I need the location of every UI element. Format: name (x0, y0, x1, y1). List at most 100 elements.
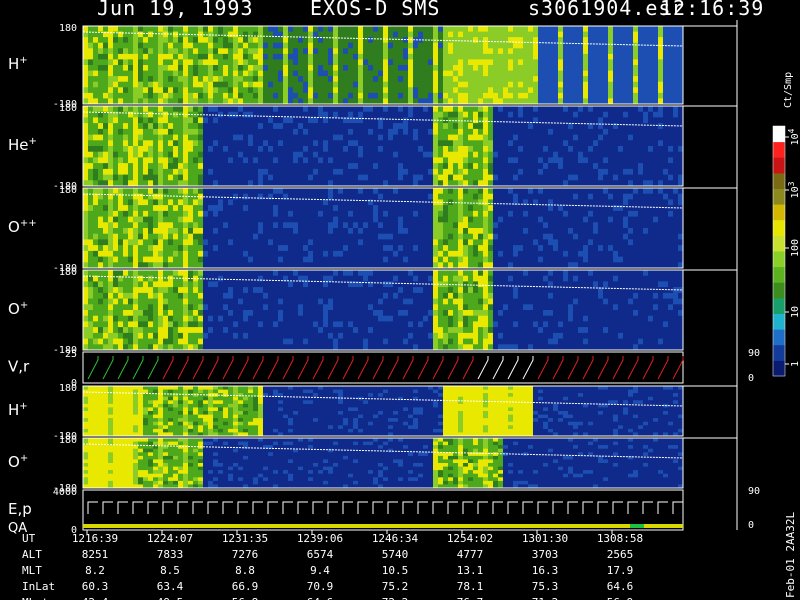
spectrogram-cell (533, 140, 539, 147)
spectrogram-cell (428, 151, 434, 158)
spectrogram-cell (363, 239, 369, 246)
spectrogram-cell (488, 128, 494, 136)
spectrogram-cell (593, 48, 599, 55)
spectrogram-cell (438, 106, 444, 113)
spectrogram-cell (348, 151, 354, 158)
spectrogram-cell (638, 59, 644, 66)
spectrogram-cell (83, 37, 89, 44)
spectrogram-cell (158, 222, 164, 229)
spectrogram-cell (558, 81, 564, 88)
spectrogram-cell (643, 87, 649, 94)
spectrogram-cell (648, 48, 654, 55)
spectrogram-cell (223, 111, 229, 118)
spectrogram-cell (488, 117, 494, 124)
spectrogram-cell (283, 65, 289, 72)
spectrogram-cell (433, 26, 439, 33)
spectrogram-cell (188, 239, 194, 246)
spectrogram-cell (193, 134, 199, 141)
spectrogram-cell (198, 26, 204, 33)
spectrogram-cell (508, 26, 514, 33)
spectrogram-cell (323, 123, 329, 130)
spectrogram-cell (208, 168, 214, 176)
spectrogram-cell (263, 106, 269, 113)
spectrogram-cell (523, 76, 529, 83)
spectrogram-cell (613, 233, 619, 240)
spectrogram-cell (533, 163, 539, 170)
spectrogram-cell (508, 42, 514, 49)
spectrogram-cell (343, 48, 349, 55)
spectrogram-cell (553, 92, 559, 99)
spectrogram-cell (418, 87, 424, 94)
spectrogram-cell (248, 151, 254, 158)
spectrogram-cell (318, 151, 324, 158)
spectrogram-cell (123, 70, 129, 77)
spectrogram-cell (223, 239, 229, 246)
spectrogram-cell (318, 245, 324, 252)
spectrogram-cell (463, 111, 469, 118)
spectrogram-cell (433, 87, 439, 94)
spectrogram-cell (233, 42, 239, 49)
spectrogram-cell (413, 151, 419, 158)
spectrogram-cell (398, 92, 404, 99)
spectrogram-cell (498, 250, 504, 258)
spectrogram-cell (513, 76, 519, 83)
spectrogram-cell (473, 256, 479, 263)
spectrogram-cell (343, 256, 349, 263)
spectrogram-cell (178, 48, 184, 55)
spectrogram-cell (633, 151, 639, 158)
spectrogram-cell (633, 111, 639, 118)
spectrogram-cell (258, 87, 264, 94)
spectrogram-cell (193, 48, 199, 55)
spectrogram-cell (383, 228, 389, 235)
spectrogram-cell (163, 87, 169, 94)
spectrogram-cell (293, 228, 299, 235)
spectrogram-cell (583, 70, 589, 77)
spectrogram-cell (453, 70, 459, 77)
spectrogram-cell (468, 205, 474, 212)
spectrogram-cell (313, 174, 319, 181)
spectrogram-cell (163, 134, 169, 141)
spectrogram-cell (503, 106, 509, 113)
spectrogram-cell (303, 92, 309, 99)
spectrogram-cell (303, 26, 309, 33)
spectrogram-cell (408, 205, 414, 212)
spectrogram-cell (113, 205, 119, 212)
spectrogram-cell (608, 216, 614, 223)
spectrogram-cell (233, 128, 239, 136)
spectrogram-cell (158, 210, 164, 218)
spectrogram-cell (433, 92, 439, 99)
spectrogram-cell (308, 245, 314, 252)
spectrogram-cell (408, 134, 414, 141)
spectrogram-cell (628, 123, 634, 130)
spectrogram-cell (548, 157, 554, 164)
spectrogram-cell (593, 245, 599, 252)
spectrogram-cell (88, 216, 94, 223)
spectrogram-cell (353, 216, 359, 223)
spectrogram-cell (573, 123, 579, 130)
spectrogram-cell (483, 174, 489, 181)
spectrogram-cell (503, 163, 509, 170)
spectrogram-cell (513, 53, 519, 60)
spectrogram-cell (548, 37, 554, 44)
spectrogram-cell (503, 245, 509, 252)
spectrogram-cell (258, 123, 264, 130)
spectrogram-cell (578, 31, 584, 38)
spectrogram-cell (518, 134, 524, 141)
spectrogram-cell (583, 199, 589, 206)
spectrogram-cell (218, 216, 224, 223)
spectrogram-cell (178, 81, 184, 88)
spectrogram-cell (588, 48, 594, 55)
spectrogram-cell (253, 92, 259, 99)
spectrogram-cell (373, 48, 379, 55)
spectrogram-cell (573, 106, 579, 113)
spectrogram-cell (343, 123, 349, 130)
spectrogram-cell (253, 239, 259, 246)
spectrogram-cell (213, 92, 219, 99)
spectrogram-cell (328, 245, 334, 252)
spectrogram-cell (533, 157, 539, 164)
spectrogram-cell (623, 92, 629, 99)
spectrogram-cell (208, 163, 214, 170)
spectrogram-cell (338, 174, 344, 181)
spectrogram-cell (558, 59, 564, 66)
spectrogram-cell (228, 140, 234, 147)
